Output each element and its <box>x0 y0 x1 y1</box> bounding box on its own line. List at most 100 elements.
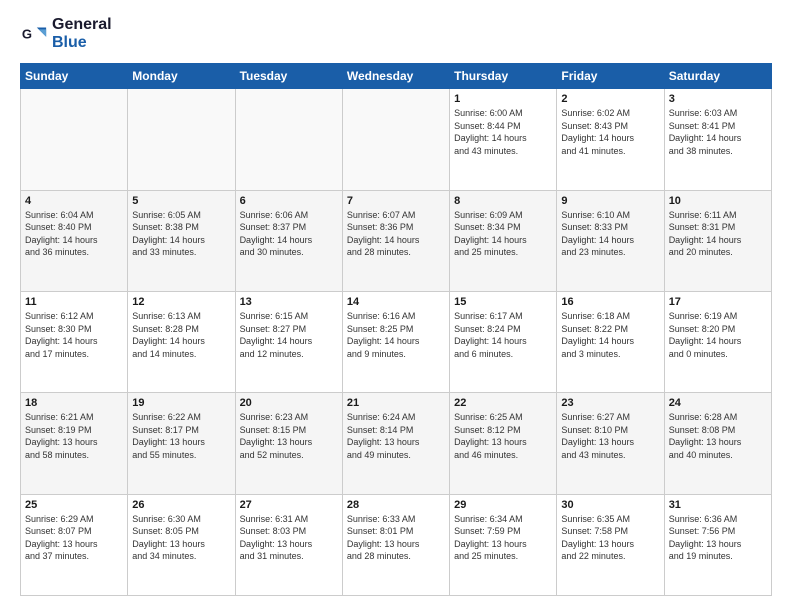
day-number: 28 <box>347 499 445 511</box>
day-header-wednesday: Wednesday <box>342 64 449 89</box>
calendar-cell: 31 Sunrise: 6:36 AMSunset: 7:56 PMDayligh… <box>664 494 771 595</box>
calendar-cell: 2 Sunrise: 6:02 AMSunset: 8:43 PMDaylight… <box>557 89 664 190</box>
day-number: 21 <box>347 397 445 409</box>
calendar-cell: 20 Sunrise: 6:23 AMSunset: 8:15 PMDayligh… <box>235 393 342 494</box>
day-info: Sunrise: 6:13 AMSunset: 8:28 PMDaylight:… <box>132 310 230 360</box>
day-info: Sunrise: 6:04 AMSunset: 8:40 PMDaylight:… <box>25 209 123 259</box>
day-info: Sunrise: 6:30 AMSunset: 8:05 PMDaylight:… <box>132 513 230 563</box>
calendar-table: SundayMondayTuesdayWednesdayThursdayFrid… <box>20 63 772 596</box>
day-info: Sunrise: 6:02 AMSunset: 8:43 PMDaylight:… <box>561 107 659 157</box>
day-number: 8 <box>454 195 552 207</box>
calendar-header-row: SundayMondayTuesdayWednesdayThursdayFrid… <box>21 64 772 89</box>
day-info: Sunrise: 6:15 AMSunset: 8:27 PMDaylight:… <box>240 310 338 360</box>
calendar-cell: 1 Sunrise: 6:00 AMSunset: 8:44 PMDaylight… <box>450 89 557 190</box>
calendar-cell: 8 Sunrise: 6:09 AMSunset: 8:34 PMDaylight… <box>450 190 557 291</box>
day-number: 3 <box>669 93 767 105</box>
day-number: 14 <box>347 296 445 308</box>
day-info: Sunrise: 6:03 AMSunset: 8:41 PMDaylight:… <box>669 107 767 157</box>
day-info: Sunrise: 6:34 AMSunset: 7:59 PMDaylight:… <box>454 513 552 563</box>
day-number: 5 <box>132 195 230 207</box>
page: G General Blue SundayMondayTuesdayWednes… <box>0 0 792 612</box>
calendar-cell: 28 Sunrise: 6:33 AMSunset: 8:01 PMDayligh… <box>342 494 449 595</box>
day-info: Sunrise: 6:05 AMSunset: 8:38 PMDaylight:… <box>132 209 230 259</box>
day-header-tuesday: Tuesday <box>235 64 342 89</box>
calendar-week-1: 1 Sunrise: 6:00 AMSunset: 8:44 PMDaylight… <box>21 89 772 190</box>
day-number: 11 <box>25 296 123 308</box>
calendar-cell: 7Sunrise: 6:07 AMSunset: 8:36 PMDaylight… <box>342 190 449 291</box>
day-info: Sunrise: 6:25 AMSunset: 8:12 PMDaylight:… <box>454 411 552 461</box>
calendar-cell: 22 Sunrise: 6:25 AMSunset: 8:12 PMDayligh… <box>450 393 557 494</box>
day-number: 30 <box>561 499 659 511</box>
calendar-cell: 29 Sunrise: 6:34 AMSunset: 7:59 PMDayligh… <box>450 494 557 595</box>
day-number: 27 <box>240 499 338 511</box>
day-info: Sunrise: 6:09 AMSunset: 8:34 PMDaylight:… <box>454 209 552 259</box>
day-info: Sunrise: 6:12 AMSunset: 8:30 PMDaylight:… <box>25 310 123 360</box>
day-number: 19 <box>132 397 230 409</box>
calendar-cell: 24Sunrise: 6:28 AMSunset: 8:08 PMDayligh… <box>664 393 771 494</box>
calendar-cell: 10Sunrise: 6:11 AMSunset: 8:31 PMDayligh… <box>664 190 771 291</box>
day-info: Sunrise: 6:07 AMSunset: 8:36 PMDaylight:… <box>347 209 445 259</box>
day-info: Sunrise: 6:16 AMSunset: 8:25 PMDaylight:… <box>347 310 445 360</box>
day-number: 20 <box>240 397 338 409</box>
calendar-cell: 23 Sunrise: 6:27 AMSunset: 8:10 PMDayligh… <box>557 393 664 494</box>
calendar-cell: 6Sunrise: 6:06 AMSunset: 8:37 PMDaylight… <box>235 190 342 291</box>
day-info: Sunrise: 6:27 AMSunset: 8:10 PMDaylight:… <box>561 411 659 461</box>
svg-text:G: G <box>22 26 32 41</box>
day-number: 29 <box>454 499 552 511</box>
day-number: 23 <box>561 397 659 409</box>
day-header-sunday: Sunday <box>21 64 128 89</box>
calendar-cell: 9 Sunrise: 6:10 AMSunset: 8:33 PMDaylight… <box>557 190 664 291</box>
day-number: 17 <box>669 296 767 308</box>
logo: G General Blue <box>20 16 112 51</box>
day-info: Sunrise: 6:06 AMSunset: 8:37 PMDaylight:… <box>240 209 338 259</box>
logo-text: General Blue <box>52 16 112 51</box>
calendar-cell <box>235 89 342 190</box>
day-number: 13 <box>240 296 338 308</box>
day-number: 15 <box>454 296 552 308</box>
day-number: 16 <box>561 296 659 308</box>
day-number: 12 <box>132 296 230 308</box>
calendar-cell: 13 Sunrise: 6:15 AMSunset: 8:27 PMDayligh… <box>235 291 342 392</box>
calendar-cell: 4 Sunrise: 6:04 AMSunset: 8:40 PMDaylight… <box>21 190 128 291</box>
calendar-week-3: 11 Sunrise: 6:12 AMSunset: 8:30 PMDayligh… <box>21 291 772 392</box>
calendar-cell <box>342 89 449 190</box>
day-info: Sunrise: 6:35 AMSunset: 7:58 PMDaylight:… <box>561 513 659 563</box>
day-number: 2 <box>561 93 659 105</box>
day-number: 9 <box>561 195 659 207</box>
day-info: Sunrise: 6:23 AMSunset: 8:15 PMDaylight:… <box>240 411 338 461</box>
day-number: 22 <box>454 397 552 409</box>
calendar-cell: 15Sunrise: 6:17 AMSunset: 8:24 PMDayligh… <box>450 291 557 392</box>
day-header-saturday: Saturday <box>664 64 771 89</box>
day-info: Sunrise: 6:29 AMSunset: 8:07 PMDaylight:… <box>25 513 123 563</box>
calendar-cell <box>21 89 128 190</box>
day-info: Sunrise: 6:24 AMSunset: 8:14 PMDaylight:… <box>347 411 445 461</box>
day-info: Sunrise: 6:10 AMSunset: 8:33 PMDaylight:… <box>561 209 659 259</box>
logo-icon: G <box>20 20 48 48</box>
day-number: 18 <box>25 397 123 409</box>
day-info: Sunrise: 6:11 AMSunset: 8:31 PMDaylight:… <box>669 209 767 259</box>
calendar-cell: 18Sunrise: 6:21 AMSunset: 8:19 PMDayligh… <box>21 393 128 494</box>
day-info: Sunrise: 6:33 AMSunset: 8:01 PMDaylight:… <box>347 513 445 563</box>
calendar-cell: 27Sunrise: 6:31 AMSunset: 8:03 PMDayligh… <box>235 494 342 595</box>
calendar-cell: 5 Sunrise: 6:05 AMSunset: 8:38 PMDaylight… <box>128 190 235 291</box>
calendar-cell: 30 Sunrise: 6:35 AMSunset: 7:58 PMDayligh… <box>557 494 664 595</box>
day-header-friday: Friday <box>557 64 664 89</box>
calendar-cell: 26 Sunrise: 6:30 AMSunset: 8:05 PMDayligh… <box>128 494 235 595</box>
day-info: Sunrise: 6:00 AMSunset: 8:44 PMDaylight:… <box>454 107 552 157</box>
day-number: 24 <box>669 397 767 409</box>
header: G General Blue <box>20 16 772 51</box>
day-number: 31 <box>669 499 767 511</box>
day-number: 1 <box>454 93 552 105</box>
day-number: 25 <box>25 499 123 511</box>
day-info: Sunrise: 6:36 AMSunset: 7:56 PMDaylight:… <box>669 513 767 563</box>
day-number: 4 <box>25 195 123 207</box>
calendar-cell: 19Sunrise: 6:22 AMSunset: 8:17 PMDayligh… <box>128 393 235 494</box>
calendar-cell: 21 Sunrise: 6:24 AMSunset: 8:14 PMDayligh… <box>342 393 449 494</box>
day-header-thursday: Thursday <box>450 64 557 89</box>
day-info: Sunrise: 6:19 AMSunset: 8:20 PMDaylight:… <box>669 310 767 360</box>
day-number: 26 <box>132 499 230 511</box>
calendar-week-2: 4 Sunrise: 6:04 AMSunset: 8:40 PMDaylight… <box>21 190 772 291</box>
calendar-cell: 16 Sunrise: 6:18 AMSunset: 8:22 PMDayligh… <box>557 291 664 392</box>
day-info: Sunrise: 6:18 AMSunset: 8:22 PMDaylight:… <box>561 310 659 360</box>
calendar-cell: 12 Sunrise: 6:13 AMSunset: 8:28 PMDayligh… <box>128 291 235 392</box>
